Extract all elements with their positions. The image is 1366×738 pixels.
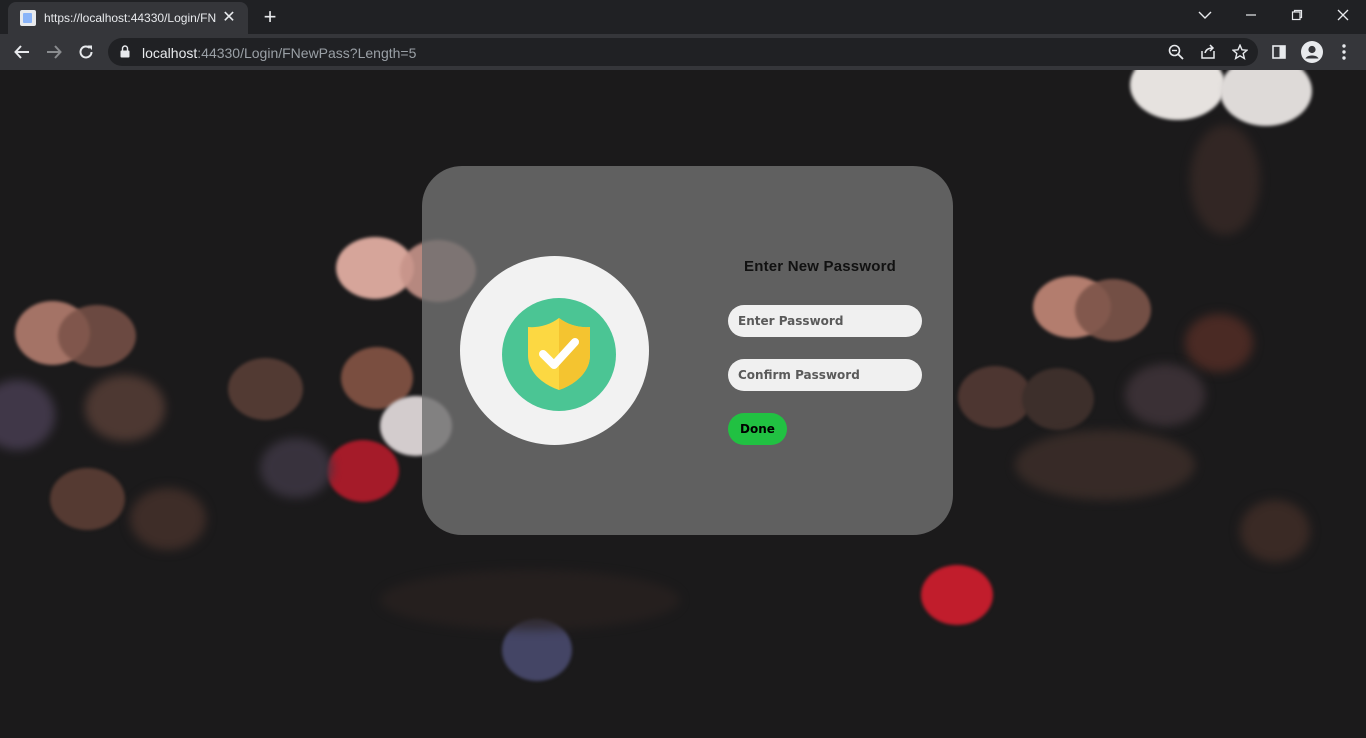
bookmark-star-icon[interactable] (1230, 42, 1250, 62)
tab-search-chevron-icon[interactable] (1182, 0, 1228, 30)
address-bar[interactable]: localhost:44330/Login/FNewPass?Length=5 (108, 38, 1258, 66)
tab-close-icon[interactable]: ✕ (220, 9, 238, 27)
reload-icon[interactable] (72, 38, 100, 66)
browser-toolbar: localhost:44330/Login/FNewPass?Length=5 (0, 34, 1366, 70)
security-logo (460, 256, 649, 445)
profile-avatar-icon[interactable] (1300, 40, 1324, 64)
page-background: Enter New Password Done (0, 70, 1366, 738)
browser-tab[interactable]: https://localhost:44330/Login/FNewPass?L… (8, 2, 248, 34)
shield-disc (502, 298, 616, 411)
browser-titlebar: https://localhost:44330/Login/FNewPass?L… (0, 0, 1366, 34)
forward-arrow-icon[interactable] (40, 38, 68, 66)
restore-button[interactable] (1274, 0, 1320, 30)
shield-check-icon (528, 318, 590, 390)
bokeh-light (1022, 368, 1094, 430)
bokeh-light (1240, 500, 1310, 562)
page-favicon-icon (20, 10, 36, 26)
bokeh-light (1220, 70, 1312, 126)
back-arrow-icon[interactable] (8, 38, 36, 66)
password-field[interactable] (728, 305, 922, 337)
zoom-icon[interactable] (1166, 42, 1186, 62)
bokeh-light (58, 305, 136, 367)
tab-title: https://localhost:44330/Login/FNewPass?L… (44, 11, 216, 25)
bokeh-light (1130, 70, 1225, 120)
bokeh-light (130, 488, 206, 550)
password-card: Enter New Password Done (422, 166, 953, 535)
menu-kebab-icon[interactable] (1332, 40, 1356, 64)
lock-icon[interactable] (120, 45, 130, 63)
bokeh-light (50, 468, 125, 530)
share-icon[interactable] (1198, 42, 1218, 62)
close-window-button[interactable] (1320, 0, 1366, 30)
confirm-password-field[interactable] (728, 359, 922, 391)
minimize-button[interactable] (1228, 0, 1274, 30)
bokeh-light (1125, 364, 1205, 426)
bokeh-light (1075, 279, 1151, 341)
bokeh-light (1185, 314, 1253, 372)
url-text[interactable]: localhost:44330/Login/FNewPass?Length=5 (142, 45, 416, 61)
bokeh-light (921, 565, 993, 625)
bokeh-light (260, 438, 332, 498)
done-button[interactable]: Done (728, 413, 787, 445)
new-tab-button[interactable]: + (258, 5, 282, 29)
bokeh-light (85, 375, 165, 441)
form-title: Enter New Password (744, 258, 896, 275)
bokeh-light (0, 380, 55, 450)
bokeh-light (228, 358, 303, 420)
bokeh-light (327, 440, 399, 502)
bokeh-light (380, 570, 680, 630)
bokeh-light (1015, 430, 1195, 500)
bokeh-light (958, 366, 1032, 428)
side-panel-icon[interactable] (1267, 40, 1291, 64)
bokeh-light (1190, 125, 1260, 235)
